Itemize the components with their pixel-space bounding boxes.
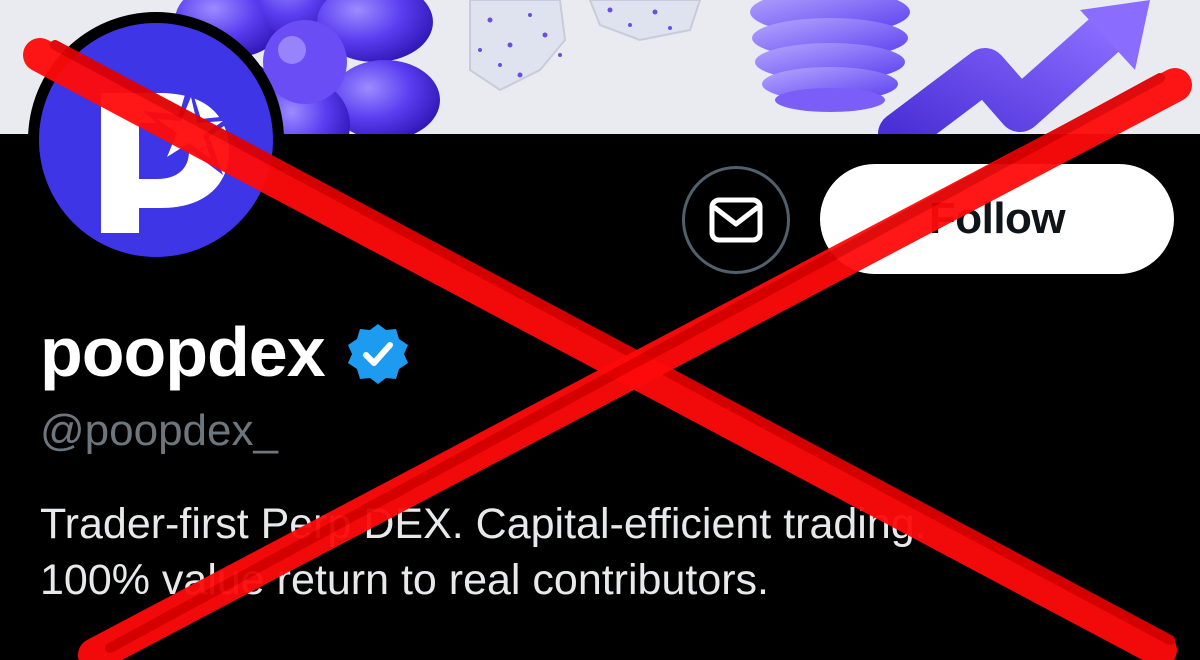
verified-check-icon[interactable] xyxy=(345,321,411,387)
message-button[interactable] xyxy=(682,166,790,274)
glass-shape xyxy=(469,0,702,92)
follow-button[interactable]: Follow xyxy=(820,164,1174,274)
bio-line: 100% value return to real contributors. xyxy=(40,556,770,604)
display-name: poopdex xyxy=(40,313,326,391)
profile-bio: Trader-first Perp DEX. Capital-efficient… xyxy=(40,496,1170,608)
poopdex-logo-icon xyxy=(101,81,239,233)
bio-line: Trader-first Perp DEX. Capital-efficient… xyxy=(40,500,927,548)
profile-name-row: poopdex xyxy=(40,312,411,392)
envelope-icon xyxy=(709,197,763,243)
coil-shape xyxy=(750,0,910,112)
arrow-up-shape xyxy=(878,0,1150,134)
avatar[interactable] xyxy=(28,12,284,268)
profile-page: Follow poopdex @poopdex_ Trader-first Pe… xyxy=(0,0,1200,660)
profile-handle: @poopdex_ xyxy=(40,406,278,455)
avatar-image xyxy=(39,23,273,257)
